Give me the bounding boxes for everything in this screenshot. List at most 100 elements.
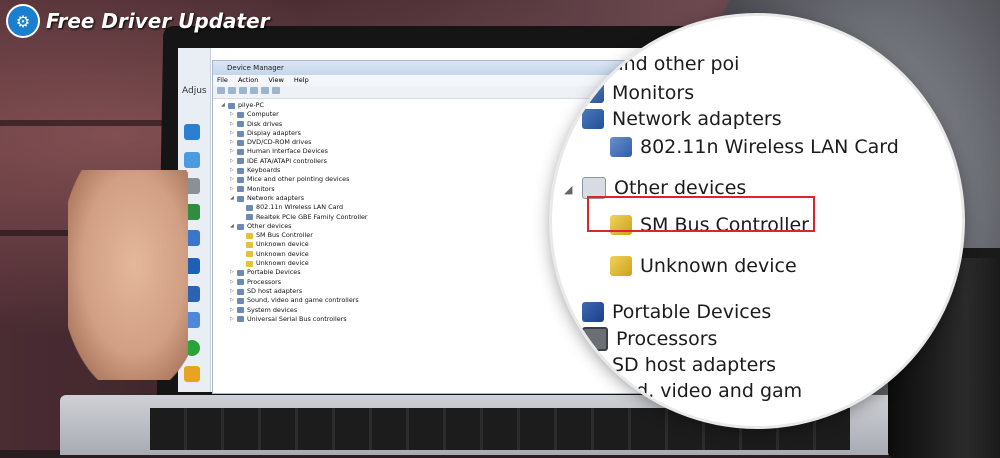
device-icon: [237, 139, 244, 146]
device-icon: [237, 130, 244, 137]
monitor-icon: [582, 83, 604, 103]
magnified-tree-item[interactable]: Portable Devices: [582, 301, 771, 323]
bookshelf: [0, 120, 180, 126]
device-icon: [237, 316, 244, 323]
tree-item-label: Sound, video and game controllers: [247, 296, 359, 305]
device-icon: [237, 269, 244, 276]
tree-item-label: Human Interface Devices: [247, 147, 328, 156]
warning-device-icon: [246, 242, 253, 249]
menu-action[interactable]: Action: [238, 76, 258, 84]
menu-view[interactable]: View: [268, 76, 283, 84]
expand-arrow-icon[interactable]: ◢: [230, 194, 237, 203]
magnified-item-label: Processors: [616, 328, 718, 350]
magnified-tree-item[interactable]: Monitors: [582, 82, 694, 104]
expand-arrow-icon[interactable]: ▷: [564, 306, 572, 319]
device-icon: [246, 204, 253, 211]
device-icon: [237, 121, 244, 128]
tree-item-label: Unknown device: [256, 249, 309, 258]
device-icon: [237, 288, 244, 295]
device-icon: [237, 158, 244, 165]
device-icon: [237, 186, 244, 193]
help-icon[interactable]: [250, 87, 258, 94]
magnified-tree-item[interactable]: Unknown device: [610, 255, 797, 277]
highlight-box: [587, 196, 815, 232]
back-icon[interactable]: [217, 87, 225, 94]
device-icon: [237, 111, 244, 118]
expand-arrow-icon[interactable]: ▷: [230, 287, 237, 296]
magnified-item-label: Unknown device: [640, 255, 797, 277]
scan-icon[interactable]: [261, 87, 269, 94]
expand-arrow-icon[interactable]: ◢: [230, 222, 237, 231]
expand-arrow-icon[interactable]: ▷: [230, 120, 237, 129]
properties-icon[interactable]: [239, 87, 247, 94]
expand-arrow-icon[interactable]: ▷: [230, 147, 237, 156]
gear-icon: ⚙: [6, 4, 40, 38]
forward-icon[interactable]: [228, 87, 236, 94]
tree-item-label: Unknown device: [256, 259, 309, 268]
expand-arrow-icon[interactable]: ▷: [230, 110, 237, 119]
tree-item-label: System devices: [247, 305, 298, 314]
menu-help[interactable]: Help: [294, 76, 309, 84]
expand-arrow-icon[interactable]: ▷: [230, 315, 237, 324]
magnified-item-label: SD host adapters: [612, 354, 777, 376]
tree-item-label: Disk drives: [247, 119, 283, 128]
device-icon[interactable]: [272, 87, 280, 94]
tree-item-label: Universal Serial Bus controllers: [247, 314, 347, 323]
expand-arrow-icon[interactable]: ▷: [230, 306, 237, 315]
network-adapter-icon: [582, 109, 604, 129]
brand-logo: ⚙ Free Driver Updater: [6, 4, 270, 38]
network-card-icon: [610, 137, 632, 157]
tree-item-label: pilye-PC: [238, 101, 264, 109]
tree-item-label: Portable Devices: [247, 268, 301, 277]
expand-arrow-icon[interactable]: ▷: [230, 268, 237, 277]
magnified-tree-item[interactable]: Network adapters: [582, 108, 782, 130]
sidebar-label: Adjus: [182, 86, 207, 96]
device-icon: [237, 195, 244, 202]
tree-item-label: SD host adapters: [247, 286, 303, 295]
tree-item-label: Computer: [247, 110, 279, 119]
device-icon: [237, 223, 244, 230]
device-icon: [237, 167, 244, 174]
tree-item-label: 802.11n Wireless LAN Card: [256, 203, 344, 212]
desktop-icon[interactable]: [184, 124, 200, 140]
menu-file[interactable]: File: [217, 76, 228, 84]
expand-arrow-icon[interactable]: ◢: [564, 183, 572, 196]
device-icon: [237, 307, 244, 314]
desktop-icon[interactable]: [184, 152, 200, 168]
expand-arrow-icon[interactable]: ▷: [230, 166, 237, 175]
expand-arrow-icon[interactable]: ▷: [230, 157, 237, 166]
expand-arrow-icon[interactable]: ◢: [221, 101, 228, 110]
magnified-tree-item[interactable]: 802.11n Wireless LAN Card: [610, 136, 899, 158]
tree-item-label: DVD/CD-ROM drives: [247, 138, 312, 147]
magnified-item-label: und, video and gam: [612, 380, 803, 402]
expand-arrow-icon[interactable]: ▷: [230, 185, 237, 194]
device-icon: [237, 279, 244, 286]
warning-device-icon: [610, 256, 632, 276]
magnified-tree-item[interactable]: SD host adapters: [582, 354, 776, 376]
warning-device-icon: [246, 232, 253, 239]
hand: [68, 170, 188, 380]
monitor-icon: [582, 54, 604, 74]
expand-arrow-icon[interactable]: ▷: [230, 278, 237, 287]
tree-item-label: Realtek PCIe GBE Family Controller: [256, 212, 368, 221]
expand-arrow-icon[interactable]: ▷: [230, 175, 237, 184]
device-icon: [246, 214, 253, 221]
expand-arrow-icon[interactable]: ▷: [230, 138, 237, 147]
portable-device-icon: [582, 302, 604, 322]
device-icon: [237, 149, 244, 156]
tree-item-label: IDE ATA/ATAPI controllers: [247, 156, 327, 165]
expand-arrow-icon[interactable]: ▷: [230, 129, 237, 138]
magnified-tree-item[interactable]: and other poi: [582, 53, 739, 75]
magnified-tree-item[interactable]: Processors: [582, 327, 717, 351]
tree-item-label: Display adapters: [247, 128, 301, 137]
device-icon: [228, 102, 235, 109]
processor-icon: [582, 327, 608, 351]
device-icon: [237, 297, 244, 304]
magnified-item-label: and other poi: [612, 53, 740, 75]
tree-item-label: Keyboards: [247, 166, 281, 175]
expand-arrow-icon[interactable]: ▷: [230, 296, 237, 305]
tree-item-label: Processors: [247, 277, 282, 286]
tree-item-label: Other devices: [247, 221, 292, 230]
magnified-tree-item[interactable]: und, video and gam: [582, 380, 802, 402]
warning-device-icon: [246, 260, 253, 267]
